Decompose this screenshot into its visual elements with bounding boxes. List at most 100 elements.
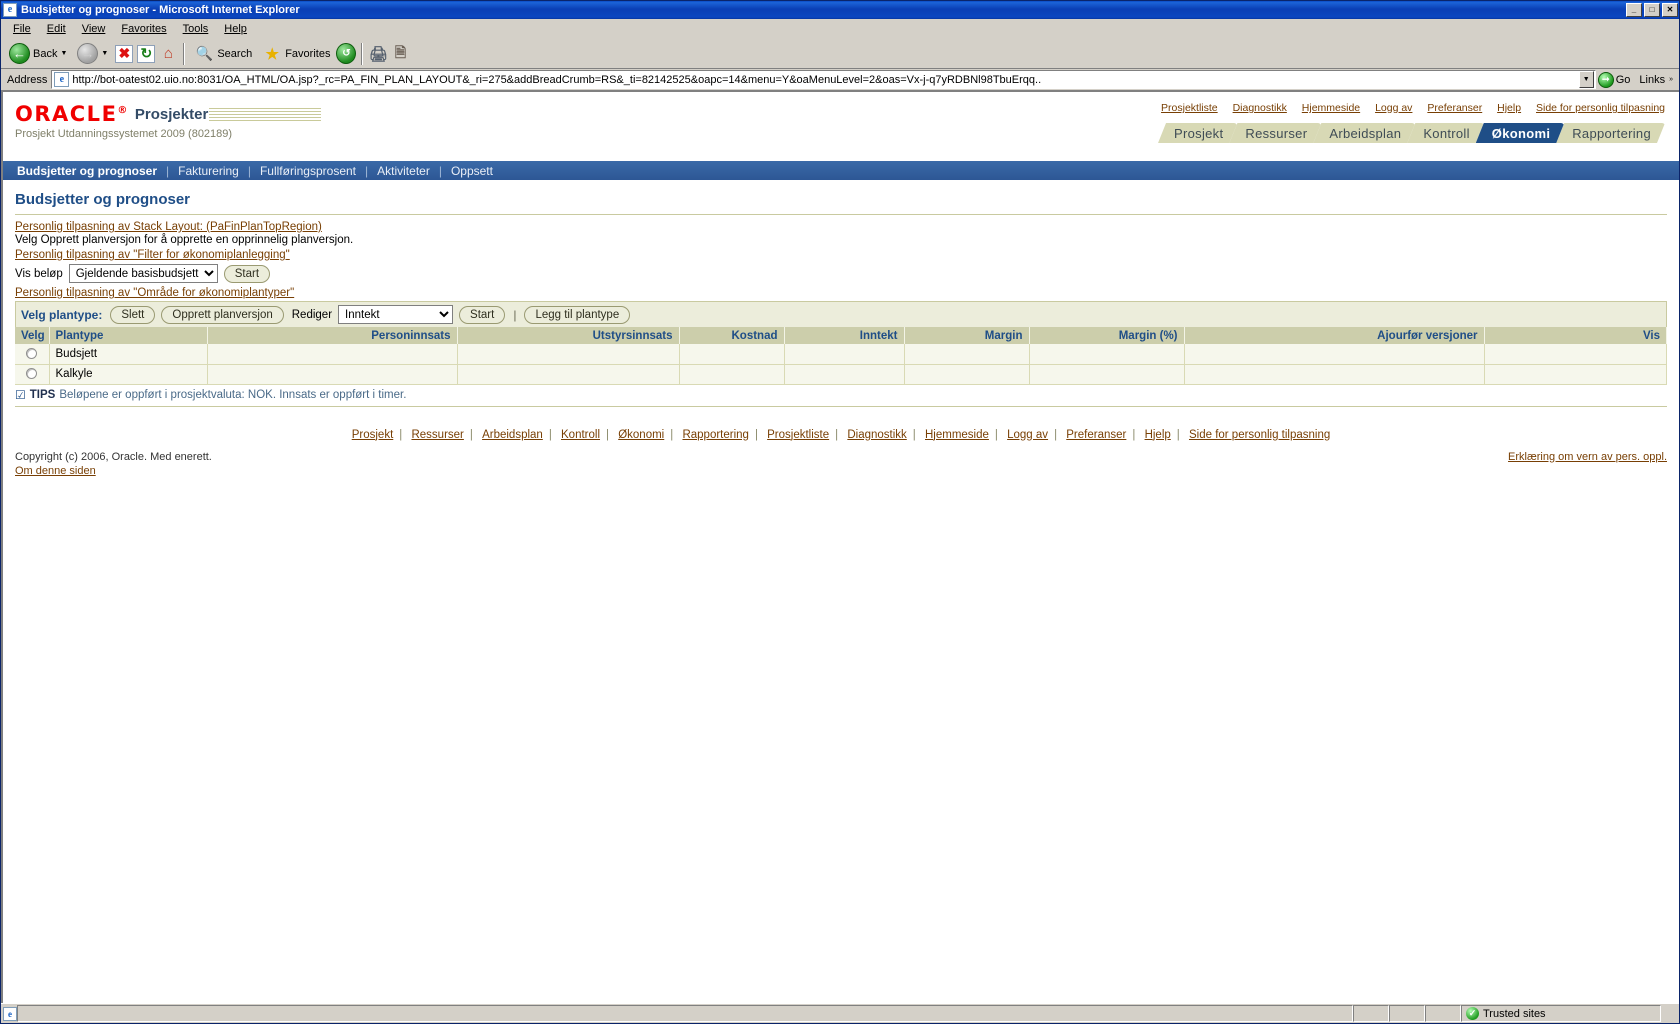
footer-link-hjemmeside[interactable]: Hjemmeside: [925, 429, 989, 441]
history-button[interactable]: ↺: [336, 43, 357, 64]
back-dropdown-icon[interactable]: ▼: [60, 50, 67, 57]
filter-start-button[interactable]: Start: [223, 264, 271, 283]
stop-button[interactable]: ✖: [114, 44, 134, 64]
forward-dropdown-icon[interactable]: ▼: [101, 50, 108, 57]
row-radio-kalkyle[interactable]: [26, 368, 38, 380]
plantype-table-body: Budsjett Kalkyle: [15, 344, 1667, 385]
footer-links: Prosjekt | Ressurser | Arbeidsplan | Kontro…: [15, 429, 1667, 441]
main-tab-bar: Prosjekt Ressurser Arbeidsplan Kontroll …: [1166, 122, 1665, 143]
global-link-personlig-tilpasning[interactable]: Side for personlig tilpasning: [1536, 102, 1665, 114]
footer-link-diagnostikk[interactable]: Diagnostikk: [847, 429, 906, 441]
tab-rapportering-label: Rapportering: [1572, 125, 1651, 141]
footer-sep-5: |: [670, 428, 674, 441]
status-message: [17, 1005, 1353, 1022]
links-label: Links: [1639, 73, 1666, 86]
subnav-item-fakturering[interactable]: Fakturering: [169, 164, 248, 178]
rediger-select[interactable]: Inntekt: [338, 305, 454, 324]
column-header-vis: Vis: [1484, 327, 1667, 344]
tab-arbeidsplan[interactable]: Arbeidsplan: [1313, 123, 1415, 143]
personalize-plantype-area-link[interactable]: Personlig tilpasning av "Område for økon…: [15, 287, 294, 299]
about-page-link[interactable]: Om denne siden: [15, 465, 212, 477]
personalize-stack-layout-link[interactable]: Personlig tilpasning av Stack Layout: (P…: [15, 221, 322, 233]
resize-grip[interactable]: [1661, 1005, 1677, 1022]
tab-prosjekt[interactable]: Prosjekt: [1158, 123, 1237, 143]
print-button[interactable]: 🖨: [368, 44, 388, 64]
close-button[interactable]: ✕: [1662, 3, 1678, 17]
personalize-filter-link[interactable]: Personlig tilpasning av "Filter for økon…: [15, 249, 290, 261]
search-button[interactable]: 🔍 Search: [190, 41, 256, 67]
global-link-diagnostikk[interactable]: Diagnostikk: [1233, 102, 1287, 114]
tab-kontroll[interactable]: Kontroll: [1407, 123, 1483, 143]
personalize-stack-layout-row: Personlig tilpasning av Stack Layout: (P…: [15, 219, 1667, 233]
global-link-preferanser[interactable]: Preferanser: [1427, 102, 1482, 114]
footer-link-hjelp[interactable]: Hjelp: [1145, 429, 1171, 441]
footer-link-preferanser[interactable]: Preferanser: [1066, 429, 1126, 441]
menu-item-view[interactable]: View: [74, 21, 114, 37]
menu-item-tools[interactable]: Tools: [175, 21, 217, 37]
subnav-item-oppsett[interactable]: Oppsett: [442, 164, 502, 178]
global-link-hjelp[interactable]: Hjelp: [1497, 102, 1521, 114]
menu-item-file[interactable]: File: [5, 21, 39, 37]
window-title: Budsjetter og prognoser - Microsoft Inte…: [21, 4, 300, 16]
column-header-plantype: Plantype: [49, 327, 208, 344]
footer-link-logg-av[interactable]: Logg av: [1007, 429, 1048, 441]
menu-item-favorites[interactable]: Favorites: [113, 21, 174, 37]
address-url-text: http://bot-oatest02.uio.no:8031/OA_HTML/…: [72, 73, 1042, 86]
address-dropdown-icon[interactable]: ▼: [1578, 71, 1594, 88]
slett-button[interactable]: Slett: [110, 305, 156, 324]
vis-belop-label: Vis beløp: [15, 267, 63, 280]
footer-link-ressurser[interactable]: Ressurser: [411, 429, 463, 441]
footer-link-rapportering[interactable]: Rapportering: [682, 429, 748, 441]
edit-button[interactable]: 🗎: [390, 44, 410, 64]
legg-til-plantype-button[interactable]: Legg til plantype: [524, 305, 631, 324]
vis-belop-select[interactable]: Gjeldende basisbudsjett: [68, 264, 218, 283]
maximize-button[interactable]: □: [1644, 3, 1660, 17]
favorites-button[interactable]: ★ Favorites: [258, 41, 334, 67]
application-name: Prosjekter: [134, 105, 209, 123]
menu-edit-label: Edit: [46, 22, 66, 35]
privacy-statement-link[interactable]: Erklæring om vern av pers. oppl.: [1508, 451, 1667, 463]
footer-link-arbeidsplan[interactable]: Arbeidsplan: [482, 429, 543, 441]
footer-link-prosjekt[interactable]: Prosjekt: [352, 429, 394, 441]
copyright-block: Copyright (c) 2006, Oracle. Med enerett.…: [15, 451, 212, 477]
favorites-button-label: Favorites: [285, 47, 331, 60]
refresh-button[interactable]: ↻: [136, 44, 156, 64]
row-margin-cell: [904, 344, 1030, 365]
tips-text: Beløpene er oppført i prosjektvaluta: NO…: [59, 388, 407, 401]
menu-item-edit[interactable]: Edit: [39, 21, 74, 37]
row-personinnsats-cell: [207, 344, 458, 365]
row-select-cell[interactable]: [15, 344, 50, 365]
go-button[interactable]: ➞ Go: [1596, 70, 1636, 90]
footer-link-okonomi[interactable]: Økonomi: [618, 429, 664, 441]
row-radio-budsjett[interactable]: [26, 348, 38, 360]
menu-item-help[interactable]: Help: [216, 21, 255, 37]
forward-button[interactable]: → ▼: [73, 41, 112, 67]
refresh-icon: ↻: [137, 44, 156, 63]
subnav-item-aktiviteter[interactable]: Aktiviteter: [368, 164, 439, 178]
minimize-button[interactable]: _: [1626, 3, 1642, 17]
rediger-start-button[interactable]: Start: [459, 305, 506, 324]
tab-rapportering[interactable]: Rapportering: [1556, 123, 1665, 143]
back-button[interactable]: ← Back ▼: [5, 41, 71, 67]
home-button[interactable]: ⌂: [158, 44, 178, 64]
security-zone-pane[interactable]: ✓ Trusted sites: [1461, 1005, 1661, 1022]
tab-okonomi[interactable]: Økonomi: [1476, 123, 1564, 143]
global-link-logg-av[interactable]: Logg av: [1375, 102, 1412, 114]
opprett-planversjon-button[interactable]: Opprett planversjon: [161, 305, 284, 324]
address-input[interactable]: e http://bot-oatest02.uio.no:8031/OA_HTM…: [51, 70, 1596, 89]
tab-ressurser[interactable]: Ressurser: [1229, 123, 1321, 143]
branding-stripes-decoration: [209, 107, 322, 121]
footer-link-kontroll[interactable]: Kontroll: [561, 429, 600, 441]
links-button[interactable]: Links: [1635, 74, 1669, 86]
toolbar-overflow-icon[interactable]: »: [1669, 76, 1677, 83]
global-link-prosjektliste[interactable]: Prosjektliste: [1161, 102, 1218, 114]
row-select-cell[interactable]: [15, 364, 50, 385]
footer-link-side-for-personlig-tilpasning[interactable]: Side for personlig tilpasning: [1189, 429, 1330, 441]
subnav-item-budsjetter-og-prognoser[interactable]: Budsjetter og prognoser: [17, 164, 166, 178]
tab-arbeidsplan-label: Arbeidsplan: [1329, 125, 1402, 141]
footer-link-prosjektliste[interactable]: Prosjektliste: [767, 429, 829, 441]
title-bar: e Budsjetter og prognoser - Microsoft In…: [1, 1, 1679, 19]
global-link-hjemmeside[interactable]: Hjemmeside: [1302, 102, 1360, 114]
subnav-item-fullforingsprosent[interactable]: Fullføringsprosent: [251, 164, 365, 178]
title-divider: [15, 214, 1667, 215]
